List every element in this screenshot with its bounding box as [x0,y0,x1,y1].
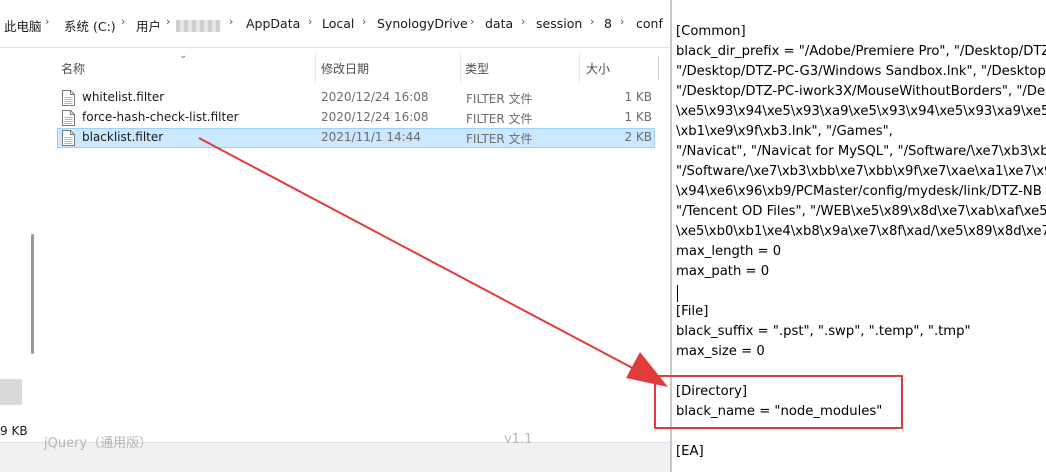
editor-line: max_length = 0 [676,244,782,259]
redacted-username [176,19,220,32]
editor-line: \xe5\xb0\xb1\xe4\xb8\x9a\xe7\x8f\xad/\xe… [676,224,1046,239]
column-header-row: ⌄ 名称 修改日期 类型 大小 [48,48,662,84]
breadcrumb-appdata[interactable]: AppData [246,16,300,31]
file-row-force-hash-check-list[interactable]: force-hash-check-list.filter 2020/12/24 … [57,108,655,128]
navigation-scrollbar[interactable] [31,234,34,354]
file-modified-date: 2020/12/24 16:08 [321,110,429,124]
editor-line: "/Desktop/DTZ-PC-iwork3X/MouseWithoutBor… [676,84,1046,99]
column-divider[interactable] [460,54,461,84]
background-window-label: jQuery（通用版） [44,436,153,451]
file-modified-date: 2020/12/24 16:08 [321,90,429,104]
breadcrumb: 此电脑 › 系统 (C:) › 用户 › › AppData › Local ›… [0,0,670,48]
file-list[interactable]: ⌄ 名称 修改日期 类型 大小 whitelist.filter 2020/12… [48,48,670,442]
column-divider[interactable] [315,54,316,84]
breadcrumb-synologydrive[interactable]: SynologyDrive [377,16,468,31]
breadcrumb-separator-icon[interactable]: › [620,15,624,28]
breadcrumb-separator-icon[interactable]: › [308,15,312,28]
column-header-name[interactable]: 名称 [61,60,85,77]
file-name: blacklist.filter [82,130,164,144]
breadcrumb-this-pc[interactable]: 此电脑 [4,16,42,35]
column-header-size[interactable]: 大小 [586,60,610,77]
editor-line: [Common] [676,24,746,39]
breadcrumb-8[interactable]: 8 [604,16,612,31]
breadcrumb-separator-icon[interactable]: › [362,15,366,28]
editor-line: max_size = 0 [676,344,765,359]
breadcrumb-separator-icon[interactable]: › [470,15,474,28]
column-header-modified[interactable]: 修改日期 [321,60,369,77]
breadcrumb-data[interactable]: data [485,16,513,31]
editor-line: "/Navicat", "/Navicat for MySQL", "/Soft… [676,144,1046,159]
breadcrumb-session[interactable]: session [536,16,582,31]
editor-line: "/Desktop/DTZ-PC-G3/Windows Sandbox.lnk"… [676,64,1046,79]
breadcrumb-separator-icon[interactable]: › [166,15,170,28]
breadcrumb-separator-icon[interactable]: › [521,15,525,28]
text-caret [677,285,678,302]
file-type: FILTER 文件 [466,92,533,106]
background-window-version: v1.1 [504,432,533,447]
file-name: whitelist.filter [82,90,165,104]
file-modified-date: 2021/11/1 14:44 [321,130,421,144]
file-name: force-hash-check-list.filter [82,110,239,124]
document-icon [62,110,75,126]
file-type: FILTER 文件 [466,112,533,126]
editor-line: black_dir_prefix = "/Adobe/Premiere Pro"… [676,44,1046,59]
document-icon [62,130,75,146]
breadcrumb-separator-icon[interactable]: › [121,15,125,28]
editor-line: [File] [676,304,709,319]
file-list-scrollbar[interactable] [658,56,659,80]
breadcrumb-local[interactable]: Local [322,16,354,31]
editor-line: "/Software/\xe7\xb3\xbb\xe7\xbb\x9f\xe7\… [676,164,1046,179]
file-size: 1 KB [624,90,652,104]
editor-line: \xe5\x93\x94\xe5\x93\xa9\xe5\x93\x94\xe5… [676,104,1046,119]
status-bar-size: 9 KB [0,424,28,438]
editor-line: max_path = 0 [676,264,770,279]
file-type: FILTER 文件 [466,132,533,146]
editor-line: \x94\xe6\x96\xb9/PCMaster/config/mydesk/… [676,184,1042,199]
column-header-type[interactable]: 类型 [465,60,489,77]
column-divider[interactable] [579,54,580,84]
file-size: 2 KB [624,130,652,144]
breadcrumb-separator-icon[interactable]: › [45,15,49,28]
file-explorer-window: 此电脑 › 系统 (C:) › 用户 › › AppData › Local ›… [0,0,670,472]
editor-line: [EA] [676,444,704,459]
breadcrumb-separator-icon[interactable]: › [229,15,233,28]
breadcrumb-user-redacted[interactable] [176,17,220,32]
editor-line: black_suffix = ".pst", ".swp", ".temp", … [676,324,971,339]
file-row-whitelist[interactable]: whitelist.filter 2020/12/24 16:08 FILTER… [57,88,655,108]
navigation-selected-item[interactable] [0,379,22,405]
annotation-highlight-box [654,375,903,429]
file-row-blacklist[interactable]: blacklist.filter 2021/11/1 14:44 FILTER … [57,128,655,148]
breadcrumb-c-drive[interactable]: 系统 (C:) [64,16,116,35]
navigation-pane[interactable] [0,48,48,442]
breadcrumb-conf[interactable]: conf [636,16,663,31]
breadcrumb-separator-icon[interactable]: › [590,15,594,28]
file-size: 1 KB [624,110,652,124]
document-icon [62,90,75,106]
sort-chevron-down-icon: ⌄ [179,50,188,61]
breadcrumb-users[interactable]: 用户 [136,16,161,35]
editor-line: "/Tencent OD Files", "/WEB\xe5\x89\x8d\x… [676,204,1046,219]
editor-line: \xb1\xe9\x9f\xb3.lnk", "/Games", [676,124,893,139]
